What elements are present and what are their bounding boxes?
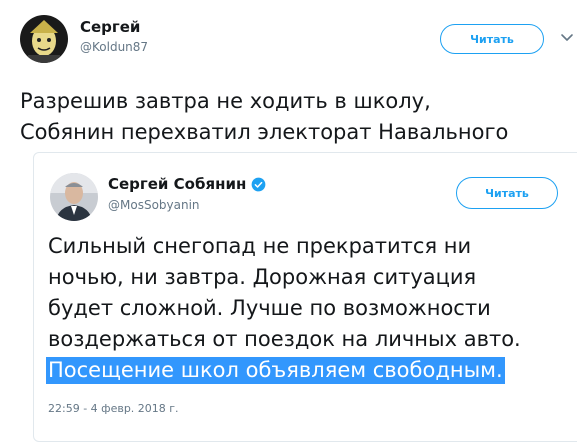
tweet-text: Разрешив завтра не ходить в школу, Собян… (20, 86, 577, 148)
quoted-author-name[interactable]: Сергей Собянин (108, 175, 246, 193)
follow-button[interactable]: Читать (440, 24, 544, 54)
author-handle[interactable]: @Koldun87 (80, 40, 148, 54)
quoted-text-line: воздержаться от поездок на личных авто. (48, 327, 521, 351)
chevron-down-icon[interactable] (560, 30, 574, 44)
author-name[interactable]: Сергей (80, 18, 140, 36)
quoted-follow-button[interactable]: Читать (456, 177, 558, 209)
quoted-name-row: Сергей Собянин (108, 175, 266, 193)
tweet-header: Сергей @Koldun87 Читать (0, 0, 577, 70)
quoted-tweet[interactable]: Сергей Собянин @MosSobyanin Читать Сильн… (33, 152, 577, 442)
quoted-author-handle[interactable]: @MosSobyanin (108, 198, 200, 212)
quoted-text-highlighted-line: Посещение школ объявляем свободным. (46, 355, 577, 386)
avatar-image (20, 15, 68, 63)
quoted-timestamp[interactable]: 22:59 - 4 февр. 2018 г. (48, 402, 179, 415)
quoted-text-line: Сильный снегопад не прекратится ни (48, 234, 472, 258)
avatar[interactable] (20, 15, 68, 63)
quoted-text-line: ночью, ни завтра. Дорожная ситуация (48, 265, 477, 289)
quoted-avatar-image (50, 173, 98, 221)
tweet-text-line: Собянин перехватил электорат Навального (20, 120, 509, 144)
tweet-text-line: Разрешив завтра не ходить в школу, (20, 89, 431, 113)
text-selection-highlight[interactable]: Посещение школ объявляем свободным. (46, 357, 505, 384)
verified-badge-icon (251, 177, 266, 191)
quoted-text-line: будет сложной. Лучше по возможности (48, 296, 491, 320)
quoted-tweet-text: Сильный снегопад не прекратится ни ночью… (46, 231, 577, 386)
quoted-avatar[interactable] (50, 173, 98, 221)
